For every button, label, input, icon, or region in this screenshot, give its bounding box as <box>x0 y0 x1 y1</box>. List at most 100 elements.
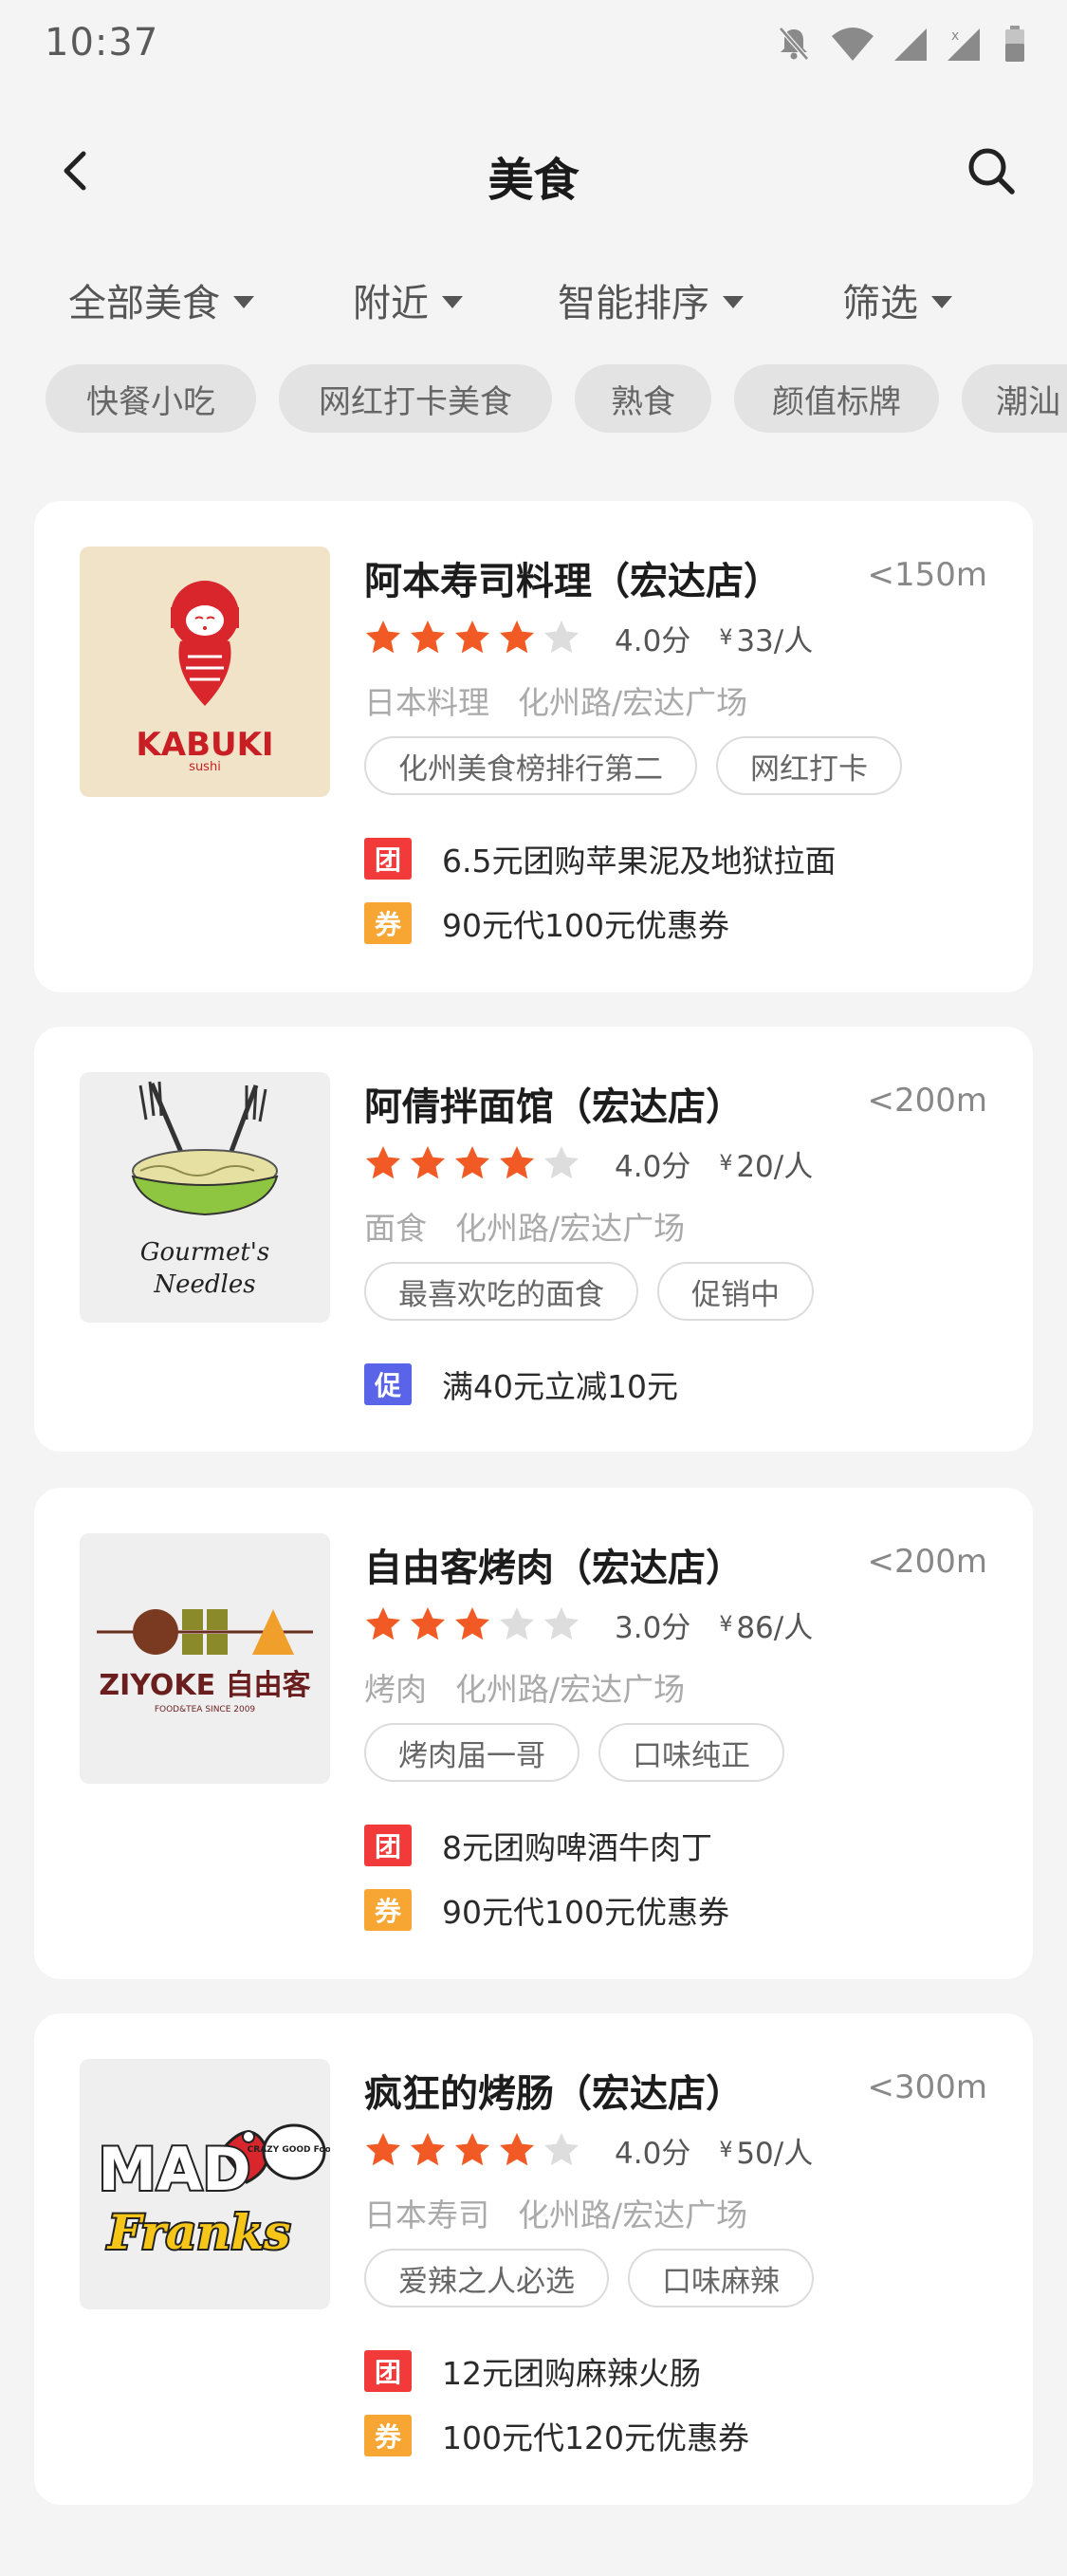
restaurant-card[interactable]: KABUKI sushi 阿本寿司料理（宏达店） <150m 4.0分 ¥ 33… <box>34 501 1033 992</box>
logo-subtext: Franks <box>106 2204 291 2260</box>
star-filled-icon <box>411 1146 445 1179</box>
avg-price: 86/人 <box>736 1610 814 1645</box>
tag[interactable]: 化州美食榜排行第二 <box>364 736 697 795</box>
star-rating <box>364 619 580 657</box>
star-filled-icon <box>366 2133 400 2166</box>
star-empty-icon <box>544 621 579 654</box>
promo-text: 满40元立减10元 <box>442 1368 678 1405</box>
star-filled-icon <box>411 1607 445 1640</box>
chip-signboard[interactable]: 颜值标牌 <box>734 364 939 433</box>
promo-text: 8元团购啤酒牛肉丁 <box>442 1829 712 1866</box>
promo-row[interactable]: 促 满40元立减10元 <box>364 1361 678 1408</box>
chip-cooked-food[interactable]: 熟食 <box>575 364 711 433</box>
app-screen: 10:37 x 美食 全部美食 附近 智能排序 筛选 快餐小吃 网红打卡美食 熟… <box>0 0 1067 2576</box>
currency-symbol: ¥ <box>719 1612 733 1637</box>
group-buy-badge: 团 <box>364 838 412 880</box>
signal-icon <box>894 28 927 61</box>
category: 日本寿司 <box>364 2196 489 2233</box>
star-filled-icon <box>455 621 489 654</box>
coupon-badge: 券 <box>364 1889 412 1931</box>
status-icons: x <box>775 23 1025 65</box>
rating-row: 4.0分 ¥ 50/人 <box>364 2129 813 2171</box>
tag[interactable]: 网红打卡 <box>716 736 902 795</box>
wifi-icon <box>832 28 874 61</box>
currency-symbol: ¥ <box>719 2138 733 2162</box>
tag-row: 爱辣之人必选 口味麻辣 <box>364 2249 814 2307</box>
star-filled-icon <box>455 2133 489 2166</box>
star-filled-icon <box>366 1607 400 1640</box>
star-filled-icon <box>500 621 534 654</box>
star-filled-icon <box>366 621 400 654</box>
discount-badge: 促 <box>364 1363 412 1405</box>
rating-row: 4.0分 ¥ 33/人 <box>364 617 813 658</box>
tag[interactable]: 口味纯正 <box>598 1723 784 1782</box>
avg-price: 20/人 <box>736 1149 814 1184</box>
mad-franks-logo-icon: CRAZY GOOD Food! MAD Franks <box>96 2123 330 2262</box>
coupon-badge: 券 <box>364 902 412 944</box>
filter-screen[interactable]: 筛选 <box>842 266 952 334</box>
meta-row: 面食 化州路/宏达广场 <box>364 1203 685 1249</box>
promo-row[interactable]: 团 12元团购麻辣火肠 <box>364 2347 701 2395</box>
filter-label: 全部美食 <box>68 282 220 325</box>
currency-symbol: ¥ <box>719 625 733 650</box>
tag[interactable]: 促销中 <box>657 1262 814 1321</box>
filter-all-food[interactable]: 全部美食 <box>68 266 254 334</box>
star-rating <box>364 2131 580 2169</box>
location: 化州路/宏达广场 <box>518 684 748 721</box>
distance: <200m <box>867 1543 987 1581</box>
restaurant-name: 阿倩拌面馆（宏达店） <box>364 1085 744 1129</box>
search-icon <box>968 148 1015 195</box>
star-empty-icon <box>544 1607 579 1640</box>
score: 4.0分 <box>615 1149 691 1184</box>
caret-down-icon <box>723 295 744 308</box>
restaurant-card[interactable]: ZIYOKE 自由客 FOOD&TEA SINCE 2009 自由客烤肉（宏达店… <box>34 1488 1033 1979</box>
star-empty-icon <box>544 1146 579 1179</box>
logo-text: Gourmet's <box>140 1238 270 1267</box>
tag[interactable]: 烤肉届一哥 <box>364 1723 579 1782</box>
filter-nearby[interactable]: 附近 <box>353 266 463 334</box>
tag-row: 烤肉届一哥 口味纯正 <box>364 1723 784 1782</box>
location: 化州路/宏达广场 <box>518 2196 748 2233</box>
nav-bar: 美食 <box>0 114 1067 228</box>
promo-row[interactable]: 团 6.5元团购苹果泥及地狱拉面 <box>364 835 836 882</box>
status-bar: 10:37 x <box>0 0 1067 85</box>
filter-bar: 全部美食 附近 智能排序 筛选 <box>0 266 1067 334</box>
kabuki-logo-icon: KABUKI sushi <box>136 581 274 774</box>
restaurant-card[interactable]: CRAZY GOOD Food! MAD Franks 疯狂的烤肠（宏达店） <… <box>34 2013 1033 2505</box>
filter-sort[interactable]: 智能排序 <box>558 266 744 334</box>
restaurant-card[interactable]: Gourmet's Needles 阿倩拌面馆（宏达店） <200m 4.0分 … <box>34 1027 1033 1452</box>
star-filled-icon <box>411 621 445 654</box>
promo-row[interactable]: 券 100元代120元优惠券 <box>364 2412 749 2459</box>
filter-label: 筛选 <box>842 282 918 325</box>
meta-row: 烤肉 化州路/宏达广场 <box>364 1664 685 1710</box>
logo-text: KABUKI <box>136 726 273 764</box>
logo-subtext: Needles <box>153 1270 255 1299</box>
category: 烤肉 <box>364 1671 427 1708</box>
group-buy-badge: 团 <box>364 2350 412 2392</box>
chip-chaoshan[interactable]: 潮汕 <box>962 364 1067 433</box>
page-title: 美食 <box>488 154 579 207</box>
restaurant-name: 阿本寿司料理（宏达店） <box>364 560 782 603</box>
promo-row[interactable]: 券 90元代100元优惠券 <box>364 1886 729 1934</box>
restaurant-name: 自由客烤肉（宏达店） <box>364 1547 744 1590</box>
avg-price: 33/人 <box>736 623 814 658</box>
promo-row[interactable]: 团 8元团购啤酒牛肉丁 <box>364 1822 712 1869</box>
promo-row[interactable]: 券 90元代100元优惠券 <box>364 899 729 947</box>
tag[interactable]: 最喜欢吃的面食 <box>364 1262 638 1321</box>
search-button[interactable] <box>963 142 1020 199</box>
star-filled-icon <box>500 2133 534 2166</box>
ziyoke-logo-icon: ZIYOKE 自由客 FOOD&TEA SINCE 2009 <box>97 1609 313 1714</box>
chip-fast-food[interactable]: 快餐小吃 <box>46 364 256 433</box>
tag[interactable]: 口味麻辣 <box>628 2249 814 2307</box>
noodle-bowl-logo-icon: Gourmet's Needles <box>131 1081 279 1299</box>
chip-influencer-food[interactable]: 网红打卡美食 <box>279 364 552 433</box>
caret-down-icon <box>442 295 463 308</box>
logo-subtext: FOOD&TEA SINCE 2009 <box>155 1705 256 1714</box>
distance: <300m <box>867 2068 987 2106</box>
logo-bubble-text: CRAZY GOOD Food! <box>248 2145 330 2155</box>
tag[interactable]: 爱辣之人必选 <box>364 2249 609 2307</box>
star-rating <box>364 1144 580 1182</box>
score: 4.0分 <box>615 623 691 658</box>
rating-row: 3.0分 ¥ 86/人 <box>364 1603 813 1645</box>
caret-down-icon <box>233 295 254 308</box>
